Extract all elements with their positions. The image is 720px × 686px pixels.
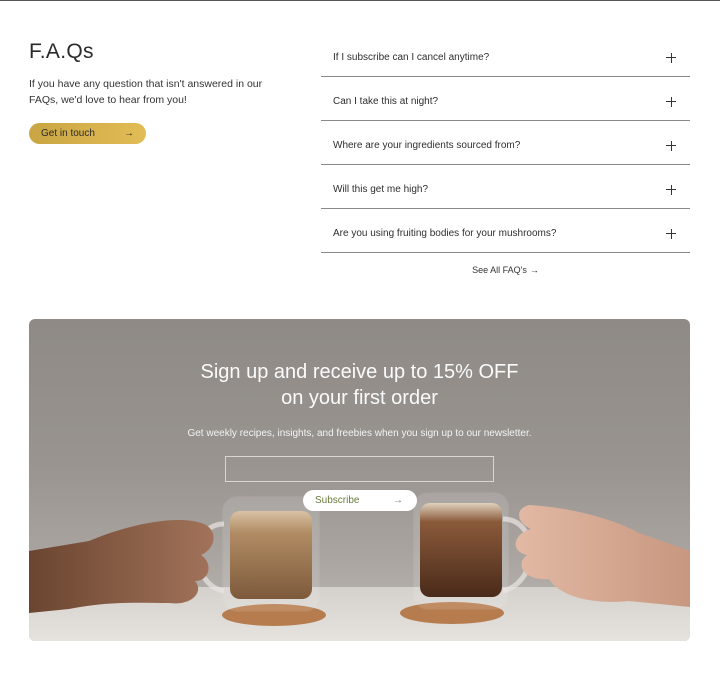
mocha-liquid — [420, 503, 502, 597]
newsletter-banner: Sign up and receive up to 15% OFF on you… — [29, 319, 690, 641]
plus-icon[interactable] — [666, 96, 676, 107]
see-all-label: See All FAQ's — [472, 265, 527, 275]
faq-question: Where are your ingredients sourced from? — [333, 140, 521, 151]
faq-item[interactable]: Where are your ingredients sourced from? — [321, 121, 690, 165]
plus-icon[interactable] — [666, 52, 676, 63]
plus-icon[interactable] — [666, 228, 676, 239]
newsletter-title-line1: Sign up and receive up to 15% OFF — [200, 361, 519, 383]
faq-question: Will this get me high? — [333, 184, 429, 195]
left-hand — [29, 520, 214, 613]
plus-icon[interactable] — [666, 140, 676, 151]
faq-title: F.A.Qs — [29, 40, 94, 63]
faq-question: If I subscribe can I cancel anytime? — [333, 52, 490, 63]
arrow-right-icon: → — [393, 495, 403, 506]
subscribe-label: Subscribe — [315, 495, 360, 506]
plus-icon[interactable] — [666, 184, 676, 195]
faq-intro: If you have any question that isn't answ… — [29, 78, 263, 106]
arrow-right-icon: → — [529, 265, 539, 275]
arrow-right-icon: → — [124, 128, 134, 139]
get-in-touch-label: Get in touch — [41, 128, 95, 139]
latte-liquid — [230, 511, 312, 599]
faq-item[interactable]: Are you using fruiting bodies for your m… — [321, 209, 690, 253]
newsletter-subtitle: Get weekly recipes, insights, and freebi… — [187, 428, 532, 439]
see-all-faqs-link[interactable]: See All FAQ's → — [321, 265, 690, 275]
subscribe-button[interactable]: Subscribe → — [303, 490, 417, 511]
get-in-touch-button[interactable]: Get in touch → — [29, 123, 146, 144]
faq-item[interactable]: Will this get me high? — [321, 165, 690, 209]
faq-question: Can I take this at night? — [333, 96, 439, 107]
right-hand — [515, 505, 690, 607]
faq-question: Are you using fruiting bodies for your m… — [333, 228, 557, 239]
newsletter-title-line2: on your first order — [281, 387, 438, 409]
faq-accordion: If I subscribe can I cancel anytime? Can… — [321, 33, 690, 253]
faq-item[interactable]: Can I take this at night? — [321, 77, 690, 121]
faq-item[interactable]: If I subscribe can I cancel anytime? — [321, 33, 690, 77]
newsletter-title: Sign up and receive up to 15% OFF on you… — [29, 359, 690, 411]
top-divider — [0, 0, 720, 1]
email-input[interactable] — [225, 456, 494, 482]
